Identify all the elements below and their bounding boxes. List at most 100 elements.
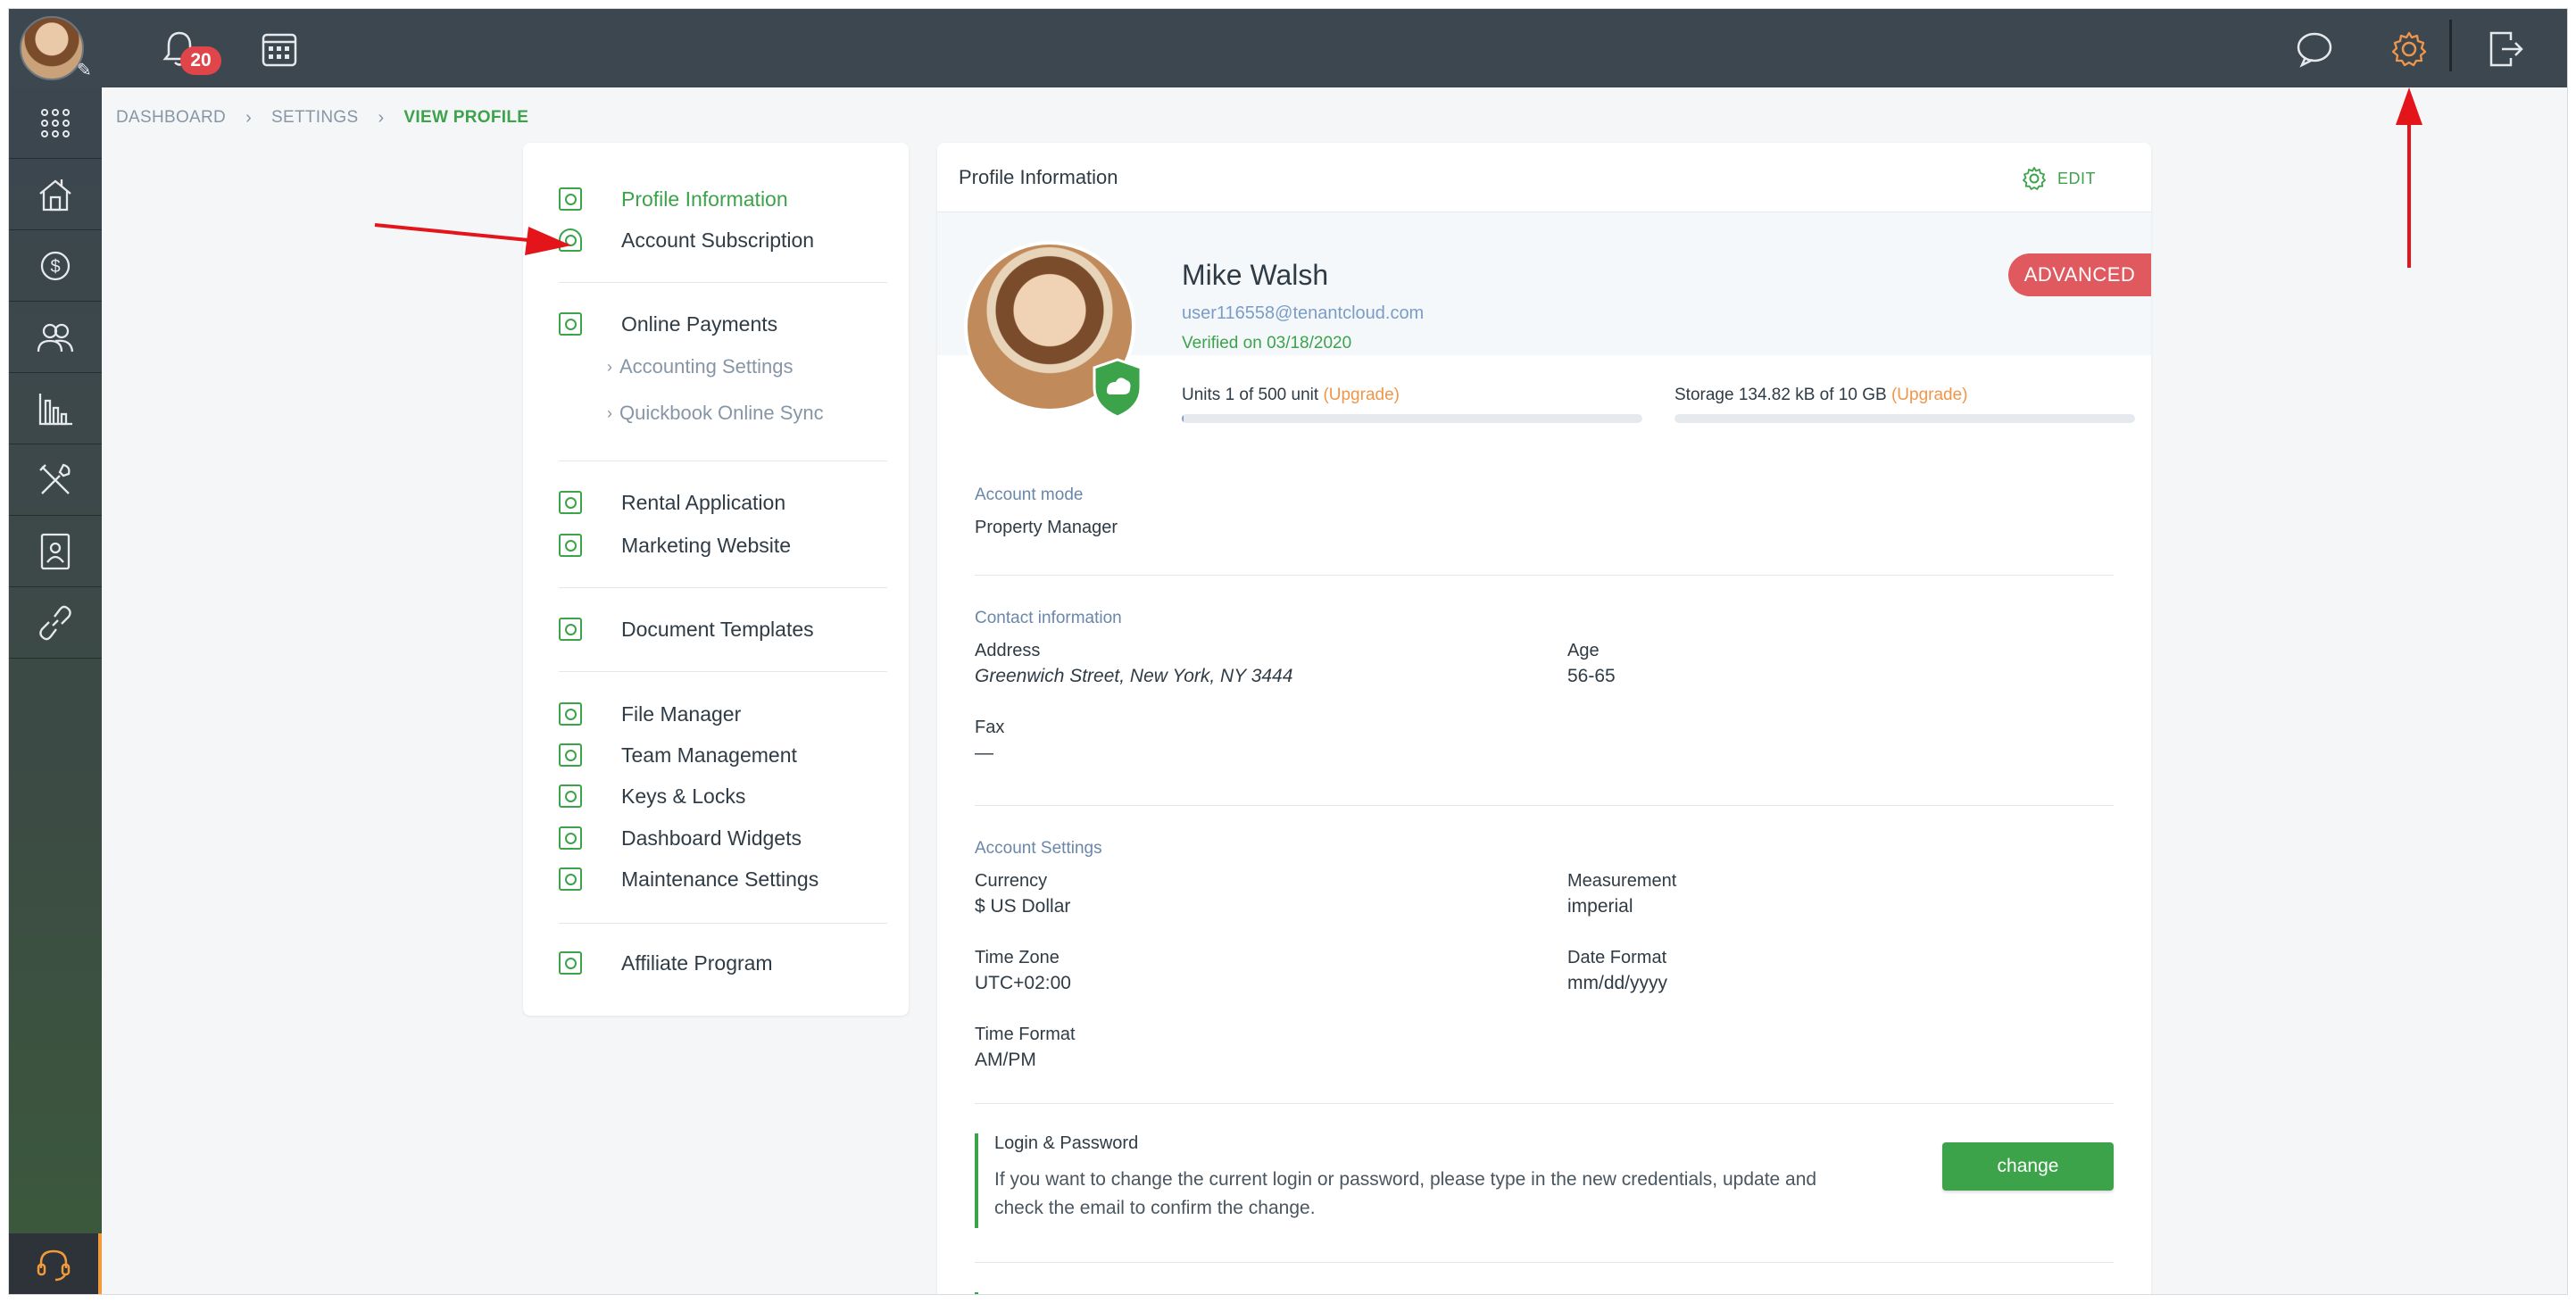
menu-accounting-settings[interactable]: › Accounting Settings (607, 349, 793, 385)
profile-icon (559, 187, 582, 211)
address-value: Greenwich Street, New York, NY 3444 (975, 666, 1293, 686)
menu-document-templates[interactable]: Document Templates (523, 611, 909, 647)
profile-name: Mike Walsh (1182, 259, 1329, 291)
menu-keys-locks[interactable]: Keys & Locks (523, 778, 909, 814)
breadcrumb-settings[interactable]: Settings (271, 108, 358, 128)
storage-progress-bar (1674, 414, 2135, 423)
calendar-icon[interactable] (259, 29, 300, 70)
menu-profile-information[interactable]: Profile Information (523, 181, 909, 217)
address-label: Address (975, 641, 1041, 660)
topbar-divider (2449, 20, 2452, 71)
menu-dashboard-widgets[interactable]: Dashboard Widgets (523, 820, 909, 856)
time-format-value: AM/PM (975, 1050, 1036, 1070)
profile-card-title: Profile Information (959, 166, 1118, 188)
reports-chart-icon[interactable] (9, 373, 102, 444)
breadcrumb-view-profile: View Profile (403, 108, 529, 127)
notification-count-badge: 20 (180, 46, 221, 75)
edit-button[interactable]: EDIT (2022, 166, 2096, 191)
section-divider (975, 1262, 2114, 1263)
annotation-arrow-icon (2396, 87, 2422, 268)
plan-badge: ADVANCED (2008, 253, 2151, 296)
age-value: 56-65 (1567, 666, 1616, 686)
left-sidebar: $ (9, 87, 102, 1294)
account-mode-label: Account mode (975, 486, 1084, 504)
affiliate-icon (559, 951, 582, 975)
fax-label: Fax (975, 718, 1005, 737)
login-password-section: Login & Password If you want to change t… (975, 1133, 2114, 1228)
date-format-label: Date Format (1567, 948, 1667, 967)
accounting-money-icon[interactable]: $ (9, 230, 102, 302)
gear-icon (2023, 167, 2046, 190)
profile-email[interactable]: user116558@tenantcloud.com (1182, 303, 1424, 324)
menu-file-manager[interactable]: File Manager (523, 696, 909, 732)
upgrade-units-link[interactable]: (Upgrade) (1323, 386, 1400, 404)
menu-affiliate-program[interactable]: Affiliate Program (523, 945, 909, 981)
maintenance-gear-icon (559, 867, 582, 891)
menu-divider (559, 923, 887, 924)
properties-house-icon[interactable] (9, 159, 102, 230)
people-contacts-icon[interactable] (9, 302, 102, 373)
account-mode-value: Property Manager (975, 518, 1118, 537)
document-icon (559, 618, 582, 641)
fax-value: — (975, 743, 993, 763)
menu-quickbook-online-sync[interactable]: › Quickbook Online Sync (607, 395, 824, 431)
user-avatar[interactable] (20, 16, 84, 80)
measurement-value: imperial (1567, 896, 1633, 917)
section-divider (975, 1103, 2114, 1104)
chevron-right-icon: › (245, 107, 253, 128)
menu-divider (559, 282, 887, 283)
storage-usage: Storage 134.82 kB of 10 GB (Upgrade) (1674, 386, 1968, 404)
annotation-arrow-icon (374, 223, 571, 255)
key-icon (559, 784, 582, 808)
menu-rental-application[interactable]: Rental Application (523, 485, 909, 520)
time-zone-label: Time Zone (975, 948, 1059, 967)
chevron-right-icon: › (378, 107, 385, 128)
chat-icon[interactable] (2294, 29, 2335, 70)
change-credentials-button[interactable]: change (1942, 1142, 2114, 1191)
verified-shield-icon (1089, 357, 1146, 419)
chevron-right-icon: › (607, 357, 612, 376)
currency-value: $ US Dollar (975, 896, 1071, 917)
menu-marketing-website[interactable]: Marketing Website (523, 527, 909, 563)
units-usage: Units 1 of 500 unit (Upgrade) (1182, 386, 1400, 404)
upgrade-storage-link[interactable]: (Upgrade) (1891, 386, 1968, 404)
next-section-accent (975, 1292, 978, 1294)
currency-label: Currency (975, 871, 1048, 891)
logout-icon[interactable] (2485, 29, 2526, 70)
app-window: ✎ 20 $ DASHBOARD › SETTINGS › VIEW PROFI… (8, 8, 2568, 1295)
menu-online-payments[interactable]: Online Payments (523, 306, 909, 342)
measurement-label: Measurement (1567, 871, 1677, 891)
time-zone-value: UTC+02:00 (975, 973, 1071, 993)
chevron-right-icon: › (607, 403, 612, 422)
settings-menu: Profile Information Account Subscription… (523, 143, 909, 1016)
menu-divider (559, 587, 887, 588)
section-divider (975, 805, 2114, 806)
units-progress-bar (1182, 414, 1642, 423)
support-headset-icon[interactable] (9, 1233, 102, 1294)
age-label: Age (1567, 641, 1600, 660)
breadcrumb: Dashboard › Settings › View Profile (116, 96, 528, 139)
menu-divider (559, 671, 887, 672)
widgets-grid-icon (559, 826, 582, 850)
image-icon (559, 534, 582, 557)
verified-date: Verified on 03/18/2020 (1182, 334, 1352, 353)
menu-maintenance-settings[interactable]: Maintenance Settings (523, 861, 909, 897)
tenant-document-icon[interactable] (9, 516, 102, 587)
login-password-title: Login & Password (994, 1133, 1139, 1153)
payments-icon (559, 312, 582, 336)
svg-text:$: $ (50, 257, 60, 277)
maintenance-tools-icon[interactable] (9, 444, 102, 516)
time-format-label: Time Format (975, 1025, 1076, 1044)
settings-gear-icon[interactable] (2389, 29, 2430, 70)
profile-card-header: Profile Information EDIT (937, 143, 2151, 212)
integrations-link-icon[interactable] (9, 587, 102, 659)
pin-icon[interactable]: ✎ (77, 59, 92, 81)
apps-grid-icon[interactable] (9, 87, 102, 159)
team-icon (559, 743, 582, 767)
breadcrumb-dashboard[interactable]: Dashboard (116, 108, 226, 128)
menu-account-subscription[interactable]: Account Subscription (523, 222, 909, 258)
contact-information-label: Contact information (975, 609, 1122, 627)
date-format-value: mm/dd/yyyy (1567, 973, 1668, 993)
account-settings-label: Account Settings (975, 839, 1102, 858)
menu-team-management[interactable]: Team Management (523, 737, 909, 773)
